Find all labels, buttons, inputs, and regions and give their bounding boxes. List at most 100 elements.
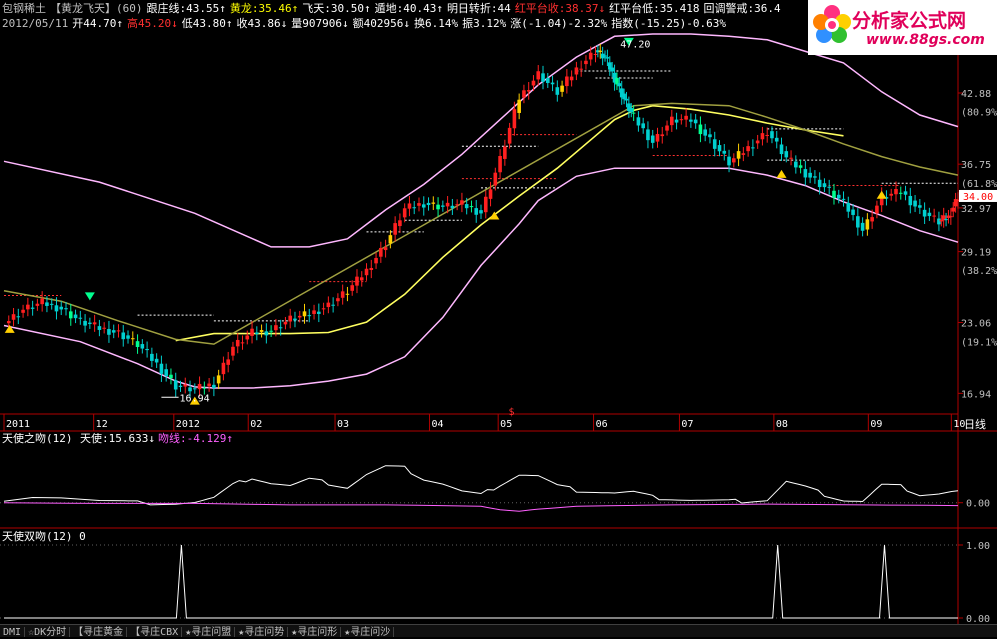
candle-body [708, 134, 712, 138]
candle-body [922, 209, 927, 217]
y-tick-label: 42.88 [961, 89, 991, 100]
candle-body [455, 204, 459, 206]
candle-body [274, 325, 278, 331]
candle-body [383, 247, 388, 251]
candle-body [798, 165, 803, 168]
y-tick-label: 23.06 [961, 319, 991, 330]
candle-body [116, 330, 121, 332]
candle-body [169, 374, 173, 379]
candle-body [259, 330, 264, 332]
candle-body [856, 216, 860, 228]
candle-body [350, 285, 355, 291]
candle-body [784, 151, 789, 158]
candle-body [483, 196, 488, 213]
candle-body [235, 339, 240, 347]
x-tick-label: 06 [596, 419, 608, 430]
candle-body [59, 306, 64, 310]
y-tick-label: 36.75 [961, 160, 991, 171]
candle-body [226, 359, 230, 365]
y-tick-label: (61.8%) [961, 179, 997, 190]
candle-body [345, 293, 350, 295]
candle-body [717, 145, 722, 152]
y-tick-label: (19.1%) [961, 338, 997, 349]
candle-body [336, 298, 340, 302]
candle-body [522, 90, 526, 98]
candle-body [536, 71, 541, 80]
hdr2-item: 2012/05/11 [2, 17, 69, 30]
candle-body [297, 315, 302, 318]
candle-body [545, 77, 550, 84]
candle-body [474, 208, 479, 215]
candle-body [183, 384, 188, 387]
candle-body [636, 117, 641, 126]
candle-body [588, 52, 593, 60]
candle-body [450, 205, 455, 209]
candle-body [949, 216, 953, 218]
candle-body [202, 387, 207, 389]
candle-body [30, 307, 35, 309]
candle-body [441, 205, 445, 207]
buy-signal-icon [776, 169, 787, 178]
indicator-tab-bar: DMI ☆DK分时 【寻庄黄金 【寻庄CBX ★寻庄问盟 ★寻庄问势 ★寻庄问形 ★寻庄问沙 [0, 624, 997, 637]
candle-body [126, 335, 130, 339]
candle-body [603, 55, 607, 57]
candle-body [860, 222, 865, 231]
candle-body [641, 123, 645, 129]
y-tick-label: 29.19 [961, 248, 991, 259]
candle-body [207, 383, 211, 387]
flower-logo-icon [813, 5, 851, 43]
hdr1-item: 黄龙:35.46↑ [229, 2, 299, 15]
candle-body [321, 308, 326, 310]
candle-body [240, 342, 245, 344]
candle-body [650, 135, 655, 143]
candle-body [340, 291, 345, 298]
hdr1-item: 遁地:40.43↑ [374, 2, 443, 15]
dividend-marker-icon: $ [509, 407, 515, 418]
hdr2-item: 振3.12% [462, 17, 507, 30]
y-tick-label: 16.94 [961, 389, 991, 400]
candle-body [770, 131, 774, 139]
candle-body [469, 206, 474, 208]
candle-body [312, 310, 316, 314]
candle-body [293, 318, 297, 321]
candle-body [488, 189, 493, 199]
candle-body [111, 330, 116, 333]
candle-body [870, 217, 874, 222]
candle-body [164, 369, 168, 376]
candle-body [512, 109, 517, 129]
candle-body [359, 277, 364, 281]
candle-body [40, 298, 44, 305]
x-tick-label: 12 [96, 419, 108, 430]
candle-body [355, 276, 359, 286]
candle-body [412, 207, 417, 209]
site-logo: 分析家公式网 www.88gs.com [808, 0, 997, 55]
candle-body [97, 326, 102, 330]
candle-body [617, 83, 622, 87]
candle-body [369, 267, 374, 271]
candle-body [937, 218, 941, 225]
hdr1-item: 红平台低:35.418 [609, 2, 700, 15]
hdr2-item: 量907906↓ [291, 17, 349, 30]
candle-body [808, 172, 812, 178]
candle-body [26, 304, 30, 310]
candle-body [803, 169, 808, 178]
x-tick-label: 07 [681, 419, 693, 430]
candle-body [755, 140, 760, 144]
candle-body [894, 189, 898, 195]
candle-body [944, 219, 948, 221]
candle-body [402, 208, 407, 218]
candle-body [35, 303, 40, 306]
candle-body [913, 200, 917, 207]
candle-body [460, 200, 464, 205]
hdr2-item: 涨(-1.04)-2.32% [510, 17, 608, 30]
candle-body [173, 380, 178, 390]
candle-body [624, 98, 629, 101]
candle-body [331, 304, 335, 306]
candle-body [646, 129, 650, 141]
candle-body [21, 309, 25, 313]
candle-body [302, 311, 307, 317]
candle-body [629, 108, 634, 113]
candle-body [541, 73, 545, 82]
panel3-title: 天使双吻(12) 0 [2, 530, 86, 543]
candle-body [317, 311, 321, 314]
